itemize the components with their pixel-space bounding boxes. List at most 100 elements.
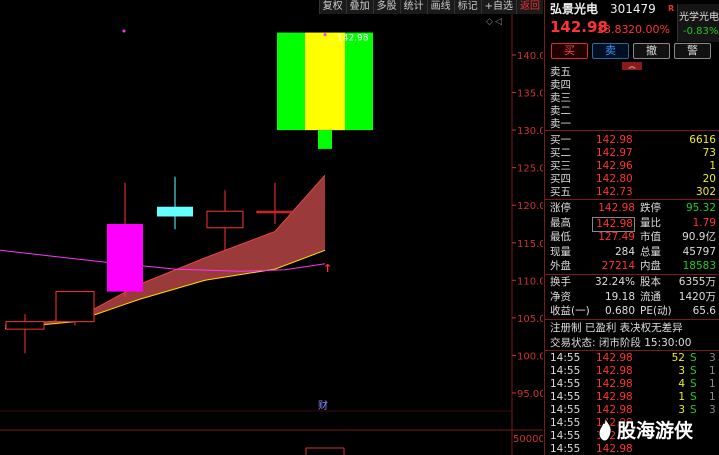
level-price: 142.80 (596, 173, 633, 185)
triangle-marker: ◁ (495, 17, 502, 27)
candle-body (107, 224, 143, 292)
toolbar-overlay[interactable]: 叠加 (345, 0, 373, 14)
level-label: 卖二 (550, 105, 571, 117)
sell-button[interactable]: 卖 (592, 43, 629, 59)
buy-button[interactable]: 买 (551, 43, 588, 59)
tick-volume: 3 (678, 365, 685, 377)
level-label: 卖三 (550, 92, 571, 104)
stat-value: 127.49 (598, 231, 635, 243)
orderbook-row[interactable]: 买三 142.96 1 (545, 160, 719, 173)
orderbook-row[interactable]: 卖三 (545, 92, 719, 105)
level-label: 买五 (550, 186, 571, 198)
stat-value: 95.32 (685, 202, 716, 214)
toolbar-draw-line[interactable]: 画线 (426, 0, 454, 14)
stat-value: 6355万 (678, 276, 716, 288)
tick-time: 14:55 (550, 391, 581, 403)
toolbar-fuquan[interactable]: 复权 (318, 0, 346, 14)
level-label: 买三 (550, 160, 571, 172)
toolbar-back[interactable]: 返回 (516, 0, 543, 14)
tick-row: 14:55 142.98 4 S 1 (545, 378, 719, 391)
stat-label: 外盘 (550, 260, 571, 272)
level-volume: 6616 (689, 134, 716, 146)
stat-label: 现量 (550, 245, 571, 258)
stat-value: 1.79 (692, 216, 716, 229)
divider (545, 130, 719, 131)
tick-count: 1 (709, 378, 716, 390)
tick-count: 1 (709, 391, 716, 403)
y-tick-label: 100.0 (517, 351, 543, 362)
watermark-text: 股海游侠 (617, 419, 694, 442)
orderbook-row[interactable]: 买五 142.73 302 (545, 186, 719, 199)
flame-icon (598, 416, 612, 442)
level-label: 买一 (550, 134, 571, 146)
stats-row: 最高 142.98 量比 1.79 (545, 216, 719, 232)
orderbook-row[interactable]: 卖五 (545, 66, 719, 79)
stat-label: 量比 (640, 216, 661, 229)
cancel-order-button[interactable]: 撤 (633, 43, 670, 59)
level-price: 142.98 (596, 134, 633, 146)
tick-direction: S (690, 365, 697, 377)
candle-body (206, 210, 244, 229)
level-label: 卖四 (550, 79, 571, 91)
tick-price: 142.98 (596, 391, 633, 403)
level-label: 卖五 (550, 66, 571, 78)
max-price-label: 142.98 (337, 34, 369, 44)
tick-row: 14:55 142.98 1 S 1 (545, 391, 719, 404)
divider (545, 350, 719, 351)
stats-row: 外盘 27214 内盘 18583 (545, 260, 719, 273)
level-volume: 20 (702, 173, 716, 185)
stock-tags-text: 注册制 已盈利 表决权无差异 (550, 322, 683, 334)
stat-label: 涨停 (550, 202, 571, 214)
trade-buttons: 买 卖 撤 警 (551, 43, 711, 59)
diamond-marker: ◇ (486, 17, 493, 27)
y-tick-label: 130.0 (517, 126, 543, 137)
divider (545, 319, 719, 320)
tick-count: 3 (709, 352, 716, 364)
stat-label: 股本 (640, 276, 661, 288)
stat-value: 65.6 (692, 305, 716, 317)
tick-time: 14:55 (550, 430, 581, 442)
orderbook-row[interactable]: 买一 142.98 6616 (545, 134, 719, 147)
finance-marker: 财 (318, 399, 328, 412)
r-mark: R (668, 4, 675, 13)
tick-volume: 1 (678, 391, 685, 403)
kline-chart[interactable]: 复权 叠加 多股 统计 画线 标记 +自选 返回 ◇ ◁ 财 ↑ 140.0 13… (0, 0, 546, 455)
stats-row: 净资 19.18 流通 1420万 (545, 291, 719, 304)
stat-value: 0.680 (604, 305, 635, 317)
y-tick-label: 110.0 (517, 276, 543, 287)
toolbar-add-watchlist[interactable]: +自选 (480, 0, 516, 14)
tick-time: 14:55 (550, 352, 581, 364)
tick-direction: S (690, 378, 697, 390)
tick-time: 14:55 (550, 365, 581, 377)
stat-label: 流通 (640, 290, 661, 303)
toolbar-stats[interactable]: 统计 (399, 0, 427, 14)
level-price: 142.73 (596, 186, 633, 198)
toolbar-multi-stock[interactable]: 多股 (372, 0, 400, 14)
stats-row: 换手 32.24% 股本 6355万 (545, 276, 719, 289)
tick-time: 14:55 (550, 404, 581, 416)
chart-toolbar: 复权 叠加 多股 统计 画线 标记 +自选 返回 (318, 0, 543, 14)
tick-time: 14:55 (550, 443, 581, 455)
stock-code: 301479 (610, 2, 656, 16)
tick-row: 14:55 142.98 52 S 3 (545, 352, 719, 365)
stat-label: 换手 (550, 276, 571, 288)
stock-name[interactable]: 弘景光电 (550, 3, 598, 16)
orderbook-row[interactable]: 卖四 (545, 79, 719, 92)
orderbook-row[interactable]: 买二 142.97 73 (545, 147, 719, 160)
stat-value: 284 (614, 245, 635, 258)
stat-value: 142.98 (592, 216, 635, 232)
stats-row: 涨停 142.98 跌停 95.32 (545, 202, 719, 215)
quote-panel: 弘景光电 301479 R 光学光电 -0.83% 142.98 23.83 2… (544, 0, 719, 455)
alert-button[interactable]: 警 (674, 43, 711, 59)
stat-label: 市值 (640, 231, 661, 243)
level-price: 142.96 (596, 160, 633, 172)
max-price-dot (323, 33, 327, 37)
y-tick-label: 105.0 (517, 314, 543, 325)
y-tick-label: 120.0 (517, 201, 543, 212)
level-volume: 73 (702, 147, 716, 159)
stat-label: 跌停 (640, 202, 661, 214)
orderbook-row[interactable]: 买四 142.80 20 (545, 173, 719, 186)
toolbar-mark[interactable]: 标记 (453, 0, 481, 14)
orderbook-row[interactable]: 卖二 (545, 105, 719, 118)
stat-value: 1420万 (678, 290, 716, 303)
